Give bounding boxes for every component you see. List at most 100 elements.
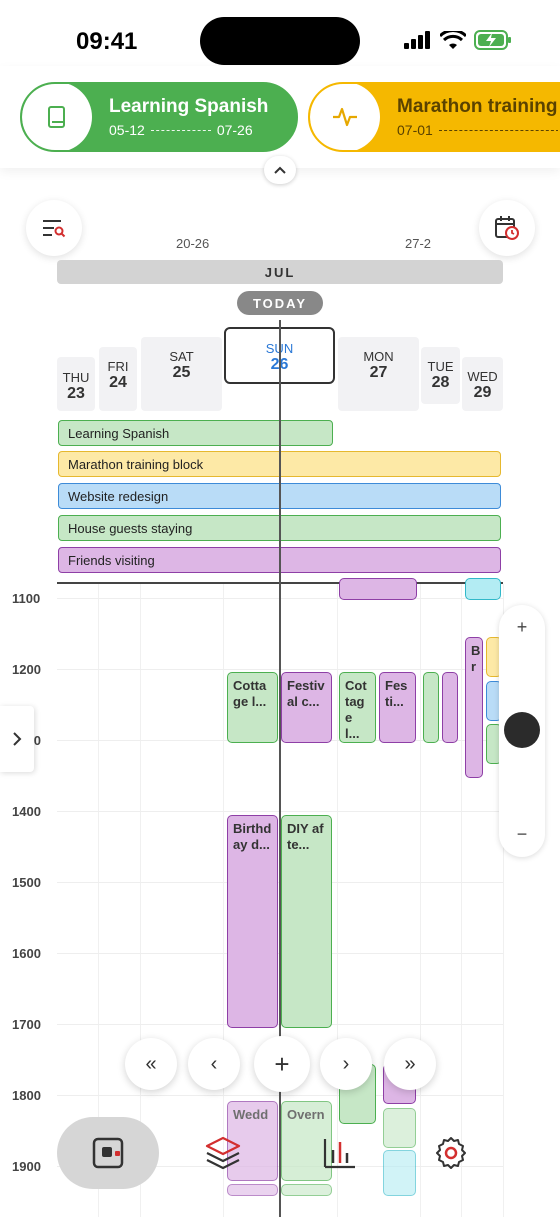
timed-event[interactable]: Birthday d... [227, 815, 278, 1028]
grid-column-line [420, 584, 421, 1217]
hour-label: 1200 [12, 662, 41, 677]
jump-forward-button[interactable]: » [384, 1038, 436, 1090]
double-chevron-left-icon: « [145, 1052, 157, 1075]
timed-event[interactable] [383, 1150, 416, 1196]
chevron-up-icon [274, 166, 286, 174]
add-event-button[interactable]: + [254, 1036, 310, 1092]
goal-range-dash [438, 129, 558, 131]
goal-start: 07-01 [397, 122, 433, 138]
week-label: 20-26 [176, 236, 210, 251]
goal-start: 05-12 [109, 122, 145, 138]
day-number: 25 [172, 364, 191, 381]
timed-event[interactable]: Festi... [379, 672, 416, 743]
wifi-icon [440, 30, 466, 49]
gear-icon [436, 1137, 466, 1169]
timed-event[interactable] [465, 578, 501, 600]
grid-column-line [337, 584, 338, 1217]
tab-calendar[interactable] [57, 1117, 159, 1189]
goal-card-learning-spanish[interactable]: Learning Spanish 05-12 07-26 [20, 82, 298, 152]
day-header-wed[interactable]: WED 29 [462, 357, 503, 411]
hour-label: 1500 [12, 875, 41, 890]
day-name: WED [467, 369, 498, 384]
hour-label: 1900 [12, 1159, 41, 1174]
multi-day-event[interactable]: Learning Spanish [58, 420, 333, 446]
zoom-out-button[interactable]: − [499, 824, 545, 845]
bar-chart-icon [323, 1139, 355, 1169]
goal-end: 07-26 [216, 122, 253, 138]
day-number: 29 [473, 384, 492, 401]
hour-label: 1800 [12, 1088, 41, 1103]
goal-dates: 05-12 07-26 [109, 122, 268, 138]
day-name: TUE [427, 359, 454, 374]
filter-search-button[interactable] [26, 200, 82, 256]
day-number: 28 [431, 374, 450, 391]
expand-side-panel-button[interactable] [0, 706, 34, 772]
hour-label: 1700 [12, 1017, 41, 1032]
today-button[interactable]: TODAY [237, 291, 323, 315]
hour-label: 1600 [12, 946, 41, 961]
timed-event[interactable]: Cottage l... [339, 672, 376, 743]
timed-event[interactable]: Cottage l... [227, 672, 278, 743]
goal-dates: 07-01 [397, 122, 558, 138]
hour-label: 1400 [12, 804, 41, 819]
timed-event[interactable]: Festival c... [281, 672, 332, 743]
chevron-right-icon [13, 732, 22, 746]
day-name: SAT [169, 349, 194, 364]
collapse-goals-button[interactable] [264, 156, 296, 184]
previous-button[interactable]: ‹ [188, 1038, 240, 1090]
grid-column-line [223, 584, 224, 1217]
day-number: 24 [109, 374, 127, 391]
tab-settings[interactable] [428, 1130, 474, 1176]
timed-event[interactable] [281, 1184, 332, 1196]
hour-label: 1100 [12, 591, 41, 606]
layers-icon [205, 1136, 241, 1170]
timed-event[interactable]: DIY afte... [281, 815, 332, 1028]
timed-event[interactable] [442, 672, 458, 743]
day-header-tue[interactable]: TUE 28 [421, 347, 460, 404]
day-number: 27 [369, 364, 388, 381]
status-time: 09:41 [76, 28, 138, 55]
day-name: MON [363, 349, 394, 364]
jump-back-button[interactable]: « [125, 1038, 177, 1090]
plus-icon: + [274, 1048, 290, 1079]
calendar-clock-button[interactable] [479, 200, 535, 256]
day-name: THU [62, 370, 90, 385]
week-label: 27-2 [405, 236, 432, 251]
day-number: 23 [67, 385, 85, 402]
chevron-left-icon: ‹ [210, 1052, 218, 1075]
goal-title: Learning Spanish [109, 96, 269, 117]
day-header-thu[interactable]: THU 23 [57, 357, 95, 411]
tab-layers[interactable] [200, 1130, 246, 1176]
timed-event[interactable] [423, 672, 439, 743]
goal-range-dash [150, 129, 211, 131]
dynamic-island [200, 17, 360, 65]
activity-icon [333, 107, 357, 127]
chevron-right-icon: › [342, 1052, 350, 1075]
tab-stats[interactable] [316, 1130, 362, 1176]
status-icons [404, 30, 512, 50]
list-search-icon [43, 220, 66, 238]
goal-icon-wrap [22, 84, 92, 150]
timed-event[interactable]: Br [465, 637, 483, 778]
signal-icon [404, 31, 430, 49]
timed-event[interactable] [227, 1184, 278, 1196]
calendar-day-icon [92, 1137, 124, 1169]
goal-card-marathon-training[interactable]: Marathon training 07-01 [308, 82, 560, 152]
goal-title: Marathon training [397, 96, 558, 117]
day-header-fri[interactable]: FRI 24 [99, 347, 137, 411]
month-bar: JUL [57, 260, 503, 284]
next-button[interactable]: › [320, 1038, 372, 1090]
book-icon [48, 106, 65, 128]
calendar-clock-icon [495, 216, 519, 240]
double-chevron-right-icon: » [404, 1052, 416, 1075]
day-header-mon[interactable]: MON 27 [338, 337, 419, 411]
grid-column-line [461, 584, 462, 1217]
zoom-slider-handle[interactable] [504, 712, 540, 748]
timed-event[interactable] [339, 578, 417, 600]
timed-event[interactable] [383, 1108, 416, 1148]
zoom-in-button[interactable]: + [499, 617, 545, 638]
day-header-sat[interactable]: SAT 25 [141, 337, 222, 411]
battery-charging-icon [474, 30, 511, 50]
goal-icon-wrap [310, 84, 380, 150]
day-name: FRI [107, 359, 129, 374]
